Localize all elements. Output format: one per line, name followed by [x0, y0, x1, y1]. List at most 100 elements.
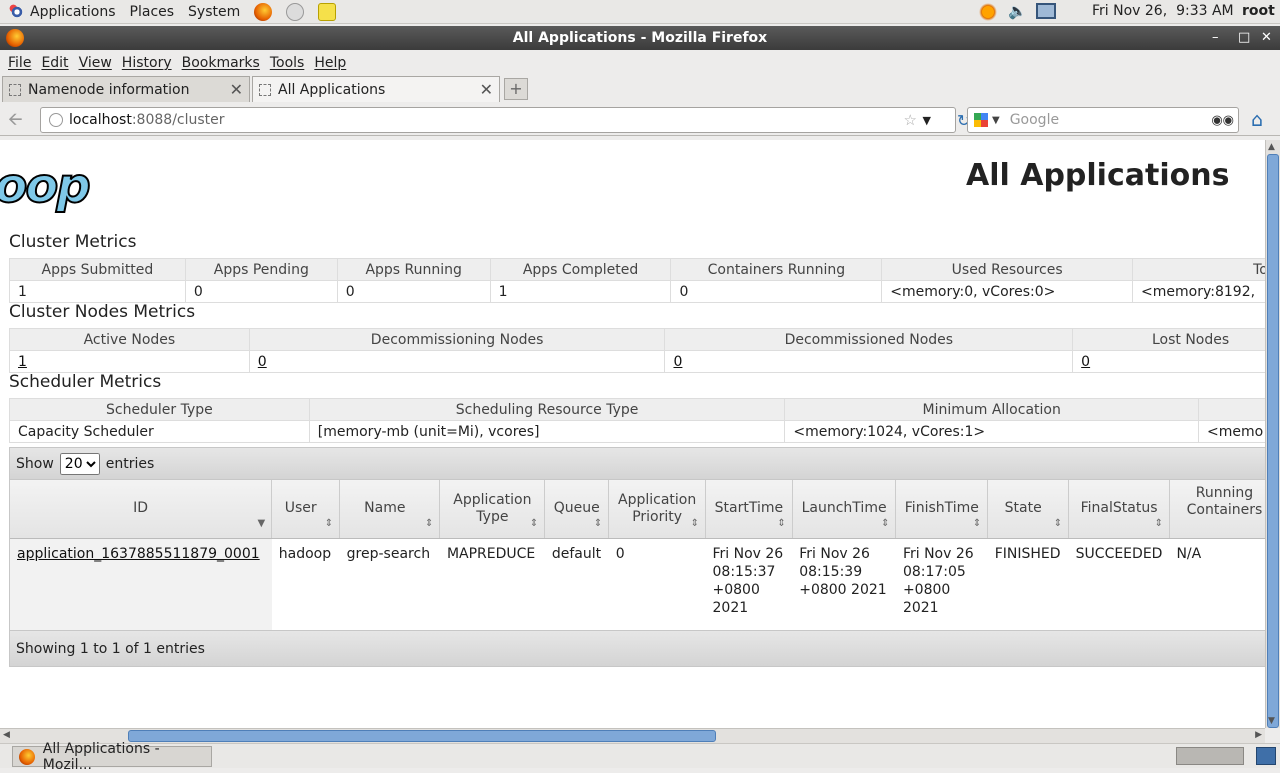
- applications-table-wrapper: Show 20 entries ID▼ User⇕ Name⇕ Applicat…: [9, 447, 1265, 667]
- scheduler-metrics-title: Scheduler Metrics: [9, 372, 161, 392]
- search-engine-dropdown-icon[interactable]: ▼: [992, 115, 1000, 126]
- url-bar[interactable]: localhost:8088/cluster ☆ ▼ ↻: [40, 107, 956, 133]
- mail-launcher-icon[interactable]: [286, 3, 304, 21]
- th-running-containers[interactable]: Running Containers⇕: [1169, 480, 1265, 538]
- site-identity-icon[interactable]: [49, 113, 63, 127]
- workspace-switcher-icon[interactable]: [1176, 747, 1244, 765]
- sort-icon[interactable]: ⇕: [325, 515, 333, 532]
- window-titlebar[interactable]: All Applications - Mozilla Firefox – □ ✕: [0, 26, 1280, 50]
- user-menu[interactable]: root: [1242, 3, 1275, 19]
- th-name[interactable]: Name⇕: [340, 480, 440, 538]
- applications-menu[interactable]: Applications: [30, 4, 116, 20]
- firefox-window-icon[interactable]: [6, 29, 24, 47]
- col-header: Decommissioning Nodes: [249, 329, 665, 351]
- col-header: Scheduler Type: [10, 399, 310, 421]
- cluster-nodes-metrics-title: Cluster Nodes Metrics: [9, 302, 195, 322]
- queue-cell: default: [545, 538, 609, 630]
- sort-icon[interactable]: ⇕: [881, 515, 889, 532]
- th-state[interactable]: State⇕: [988, 480, 1069, 538]
- scroll-right-icon[interactable]: ▶: [1255, 730, 1262, 740]
- metric-value: 0: [185, 281, 337, 303]
- th-application-priority[interactable]: Application Priority⇕: [609, 480, 706, 538]
- th-queue[interactable]: Queue⇕: [545, 480, 609, 538]
- show-desktop-icon[interactable]: [1256, 747, 1276, 765]
- sort-icon[interactable]: ⇕: [1155, 515, 1163, 532]
- minimize-button[interactable]: –: [1212, 26, 1219, 50]
- network-icon[interactable]: [1036, 3, 1056, 19]
- metric-value: 1: [10, 281, 186, 303]
- page-icon: [9, 84, 21, 96]
- th-id[interactable]: ID▼: [10, 480, 272, 538]
- menu-bookmarks[interactable]: Bookmarks: [182, 55, 260, 71]
- tab-all-applications[interactable]: All Applications ✕: [252, 76, 500, 102]
- sort-icon[interactable]: ⇕: [973, 515, 981, 532]
- taskbar-window-button[interactable]: All Applications - Mozil...: [12, 746, 212, 767]
- cluster-metrics-table: Apps Submitted Apps Pending Apps Running…: [9, 258, 1265, 303]
- vertical-scroll-thumb[interactable]: [1267, 154, 1279, 728]
- decommissioned-nodes-link[interactable]: 0: [673, 354, 682, 370]
- application-id-link[interactable]: application_1637885511879_0001: [17, 546, 260, 562]
- page-title: All Applications: [966, 158, 1229, 193]
- th-starttime[interactable]: StartTime⇕: [706, 480, 793, 538]
- scheduler-type: Capacity Scheduler: [10, 421, 310, 443]
- tab-namenode-information[interactable]: Namenode information ✕: [2, 76, 250, 102]
- scheduling-resource-type: [memory-mb (unit=Mi), vcores]: [309, 421, 785, 443]
- menu-history[interactable]: History: [122, 55, 172, 71]
- sort-icon[interactable]: ⇕: [530, 515, 538, 532]
- header-label: LaunchTime: [802, 500, 887, 516]
- active-nodes-link[interactable]: 1: [18, 354, 27, 370]
- close-tab-icon[interactable]: ✕: [230, 80, 243, 99]
- navigation-toolbar: 🡨 localhost:8088/cluster ☆ ▼ ↻ ▼ Google …: [0, 104, 1280, 136]
- url-history-dropdown-icon[interactable]: ▼: [923, 114, 931, 127]
- sort-icon[interactable]: ⇕: [594, 515, 602, 532]
- new-tab-button[interactable]: +: [504, 78, 528, 100]
- lost-nodes-link[interactable]: 0: [1081, 354, 1090, 370]
- starttime-cell: Fri Nov 26 08:15:37 +0800 2021: [706, 538, 793, 630]
- back-arrow-icon[interactable]: 🡨: [8, 109, 30, 131]
- sort-icon[interactable]: ⇕: [425, 515, 433, 532]
- th-finishtime[interactable]: FinishTime⇕: [896, 480, 988, 538]
- sort-desc-icon[interactable]: ▼: [258, 515, 266, 532]
- horizontal-scroll-thumb[interactable]: [128, 730, 716, 742]
- sort-icon[interactable]: ⇕: [1054, 515, 1062, 532]
- notes-launcher-icon[interactable]: [318, 3, 336, 21]
- vertical-scrollbar[interactable]: ▲ ▼: [1265, 140, 1280, 728]
- places-menu[interactable]: Places: [130, 4, 175, 20]
- scroll-left-icon[interactable]: ◀: [3, 730, 10, 740]
- close-window-button[interactable]: ✕: [1261, 26, 1272, 50]
- header-label: StartTime: [715, 500, 783, 516]
- decommissioning-nodes-link[interactable]: 0: [258, 354, 267, 370]
- col-header: Active Nodes: [10, 329, 250, 351]
- search-box[interactable]: ▼ Google ◉◉: [967, 107, 1239, 133]
- applications-table: ID▼ User⇕ Name⇕ Application Type⇕ Queue⇕…: [10, 480, 1265, 630]
- maximize-button[interactable]: □: [1238, 26, 1250, 50]
- menu-help[interactable]: Help: [314, 55, 346, 71]
- th-launchtime[interactable]: LaunchTime⇕: [792, 480, 896, 538]
- clock[interactable]: Fri Nov 26, 9:33 AM: [1092, 3, 1234, 19]
- search-go-icon[interactable]: ◉◉: [1211, 113, 1234, 128]
- volume-icon[interactable]: 🔈: [1008, 2, 1027, 20]
- scroll-down-icon[interactable]: ▼: [1268, 716, 1275, 726]
- search-engine-icon[interactable]: [974, 113, 988, 127]
- home-icon[interactable]: ⌂: [1251, 109, 1271, 129]
- entries-per-page-select[interactable]: 20: [60, 453, 100, 475]
- system-menu[interactable]: System: [188, 4, 240, 20]
- menu-tools[interactable]: Tools: [270, 55, 305, 71]
- table-row: application_1637885511879_0001 hadoop gr…: [10, 538, 1265, 630]
- sort-icon[interactable]: ⇕: [777, 515, 785, 532]
- th-finalstatus[interactable]: FinalStatus⇕: [1069, 480, 1170, 538]
- scroll-up-icon[interactable]: ▲: [1268, 142, 1275, 152]
- bookmark-star-icon[interactable]: ☆: [904, 111, 917, 129]
- firefox-launcher-icon[interactable]: [254, 3, 272, 21]
- th-user[interactable]: User⇕: [272, 480, 340, 538]
- url-path: :8088/cluster: [132, 112, 225, 128]
- update-notifier-icon[interactable]: [979, 3, 997, 21]
- menu-edit[interactable]: Edit: [41, 55, 68, 71]
- sort-icon[interactable]: ⇕: [691, 515, 699, 532]
- menu-view[interactable]: View: [79, 55, 112, 71]
- close-tab-icon[interactable]: ✕: [480, 80, 493, 99]
- th-application-type[interactable]: Application Type⇕: [440, 480, 545, 538]
- menu-file[interactable]: File: [8, 55, 31, 71]
- gnome-foot-icon[interactable]: [8, 3, 26, 21]
- hadoop-logo[interactable]: loop: [0, 158, 89, 214]
